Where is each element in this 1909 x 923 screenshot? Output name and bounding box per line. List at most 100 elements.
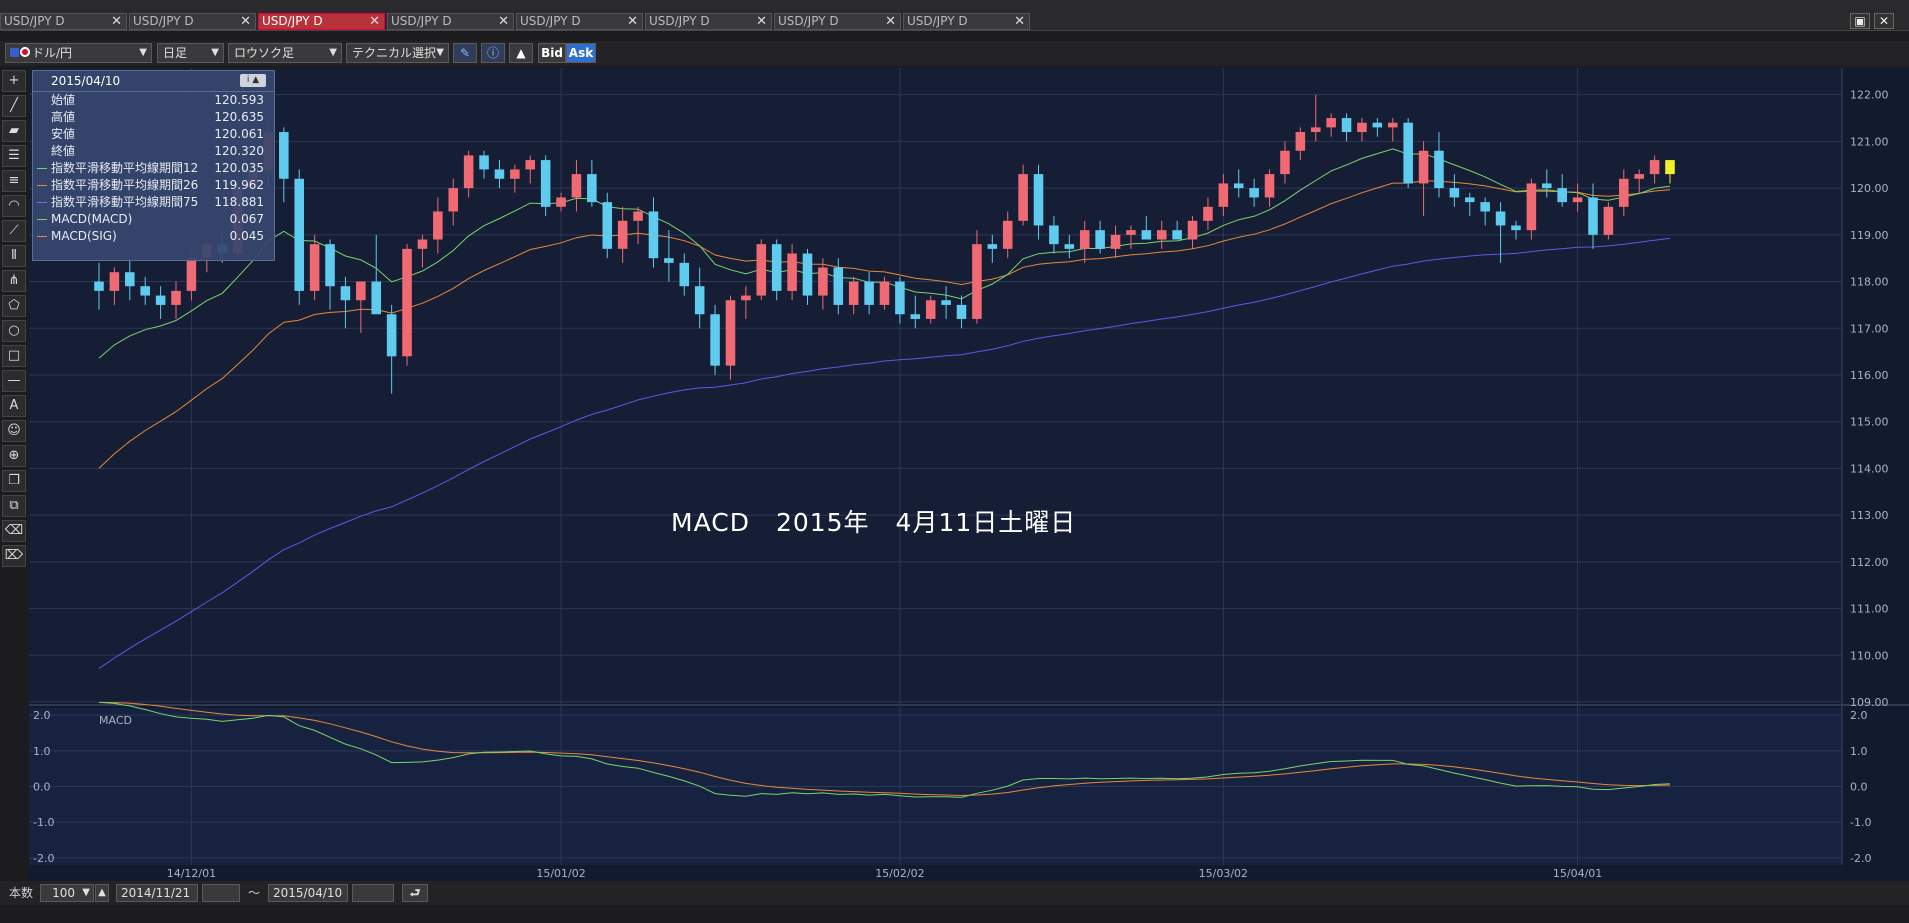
info-toggle-icon[interactable]: i ▲ <box>240 74 266 87</box>
line-icon[interactable]: ╱ <box>2 95 26 117</box>
info-row: 始値 120.593 <box>33 92 274 109</box>
tab-4[interactable]: USD/JPY D ✕ <box>387 13 514 30</box>
candle-body <box>448 188 459 212</box>
ask-button[interactable]: Ask <box>566 43 596 63</box>
tab-7[interactable]: USD/JPY D ✕ <box>774 13 901 30</box>
reset-button[interactable]: ⮐ <box>402 884 428 902</box>
technical-select[interactable]: テクニカル選択 ▼ <box>346 43 449 63</box>
candle-body <box>371 281 382 315</box>
candle-body <box>617 220 628 249</box>
candle-body <box>941 300 951 305</box>
candle-body <box>1018 174 1028 221</box>
candle-body <box>587 174 597 203</box>
tab-5[interactable]: USD/JPY D ✕ <box>516 13 643 30</box>
candle-body <box>1203 206 1213 221</box>
vertical-lines-icon[interactable]: ⦀ <box>2 245 26 267</box>
close-icon[interactable]: ✕ <box>240 14 251 29</box>
info-value: 0.067 <box>229 212 264 226</box>
fan-icon[interactable]: ⟋ <box>2 220 26 242</box>
y-tick-label: 110.00 <box>1850 649 1889 662</box>
candle-body <box>494 169 505 179</box>
tab-3[interactable]: USD/JPY D ✕ <box>258 13 385 30</box>
pencil-icon[interactable]: ✎ <box>453 43 477 63</box>
lock-icon[interactable]: ⊕ <box>2 445 26 467</box>
hline-icon[interactable]: — <box>2 370 26 392</box>
candle-body <box>525 160 536 170</box>
candle-body <box>1033 174 1044 226</box>
symbol-select[interactable]: ドル/円 ▼ <box>5 43 152 63</box>
candle-body <box>1557 188 1567 203</box>
eraser-icon[interactable]: ⌫ <box>2 520 26 542</box>
restore-window-button[interactable]: ▣ <box>1850 13 1870 29</box>
period-select[interactable]: 日足 ▼ <box>157 43 224 63</box>
circle-icon[interactable]: ○ <box>2 320 26 342</box>
candle-body <box>171 290 181 305</box>
tab-6[interactable]: USD/JPY D ✕ <box>645 13 772 30</box>
candle-body <box>1110 234 1121 249</box>
close-icon[interactable]: ✕ <box>885 14 896 29</box>
y-tick-label: 120.00 <box>1850 182 1889 195</box>
area-chart-icon[interactable]: ▲ <box>509 43 533 63</box>
count-label: 本数 <box>9 886 34 900</box>
close-icon[interactable]: ✕ <box>498 14 509 29</box>
crosshair-icon[interactable]: + <box>2 70 26 92</box>
to-time-field[interactable] <box>352 884 394 902</box>
close-icon[interactable]: ✕ <box>627 14 638 29</box>
close-icon[interactable]: ✕ <box>756 14 767 29</box>
candle-body <box>956 304 967 319</box>
macd-right-tick-label: -2.0 <box>1850 852 1871 865</box>
tab-1[interactable]: USD/JPY D ✕ <box>0 13 127 30</box>
candle-body <box>864 281 874 305</box>
from-date-field[interactable]: 2014/11/21 <box>116 884 198 902</box>
y-tick-label: 113.00 <box>1850 509 1889 522</box>
info-label: 安値 <box>51 127 76 141</box>
tab-2[interactable]: USD/JPY D ✕ <box>129 13 256 30</box>
arc-icon[interactable]: ◠ <box>2 195 26 217</box>
from-time-field[interactable] <box>202 884 240 902</box>
close-icon[interactable]: ✕ <box>1014 14 1025 29</box>
duplicate-icon[interactable]: ⧉ <box>2 495 26 517</box>
candle-body <box>725 300 736 366</box>
text-icon[interactable]: A <box>2 395 26 417</box>
info-label: 指数平滑移動平均線期間12 <box>51 161 199 175</box>
info-label: 指数平滑移動平均線期間26 <box>51 178 199 192</box>
count-select[interactable]: 100 ▼ <box>40 884 94 902</box>
candle-body <box>1172 230 1182 240</box>
candle-body <box>94 281 104 291</box>
price-chart[interactable]: 122.00 121.00 120.00 119.00 118.00 117.00 116.… <box>29 68 1909 881</box>
info-value: 120.035 <box>214 161 264 175</box>
candle-body <box>571 174 582 198</box>
horizontal-lines-icon[interactable]: ☰ <box>2 145 26 167</box>
channel-icon[interactable]: ≡ <box>2 170 26 192</box>
candle-body <box>1603 206 1614 235</box>
tab-8[interactable]: USD/JPY D ✕ <box>903 13 1030 30</box>
y-tick-label: 112.00 <box>1850 556 1889 569</box>
smiley-icon[interactable]: ☺ <box>2 420 26 442</box>
to-date-field[interactable]: 2015/04/10 <box>268 884 348 902</box>
rectangle-icon[interactable]: □ <box>2 345 26 367</box>
range-bar: 本数 100 ▼ ▲ 2014/11/21 ～ 2015/04/10 ⮐ <box>0 881 1909 905</box>
chart-type-select[interactable]: ロウソク足 ▼ <box>228 43 342 63</box>
pitchfork-icon[interactable]: ⋔ <box>2 270 26 292</box>
bid-button[interactable]: Bid <box>538 43 566 63</box>
info-icon[interactable]: ⓘ <box>481 43 505 63</box>
count-up-button[interactable]: ▲ <box>95 884 109 902</box>
close-icon[interactable]: ✕ <box>111 14 122 29</box>
candle-body <box>1434 150 1444 189</box>
info-value: 120.593 <box>214 93 264 107</box>
chevron-down-icon: ▼ <box>139 47 147 58</box>
pentagon-icon[interactable]: ⬠ <box>2 295 26 317</box>
candle-body <box>1141 230 1152 240</box>
info-value: 119.962 <box>214 178 264 192</box>
candle-body <box>1387 122 1398 128</box>
x-tick-label: 15/04/01 <box>1553 867 1602 880</box>
copy-icon[interactable]: ❐ <box>2 470 26 492</box>
close-window-button[interactable]: ✕ <box>1874 13 1894 29</box>
ruler-icon[interactable]: ▰ <box>2 120 26 142</box>
candle-body <box>1126 230 1136 235</box>
eraser-all-icon[interactable]: ⌦ <box>2 545 26 567</box>
candle-body <box>1464 197 1475 203</box>
y-tick-label: 117.00 <box>1850 322 1889 335</box>
candle-body <box>1511 225 1521 231</box>
close-icon[interactable]: ✕ <box>369 14 380 29</box>
